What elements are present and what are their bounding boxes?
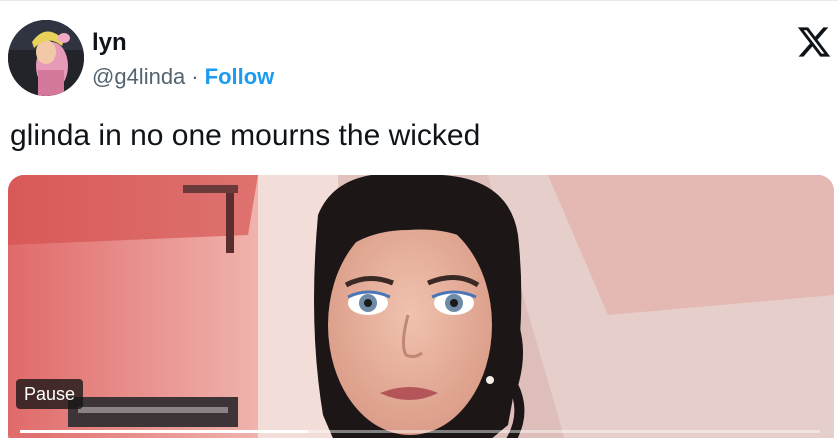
- author-handle[interactable]: @g4linda: [92, 64, 185, 89]
- pause-button[interactable]: Pause: [16, 379, 84, 409]
- author-display-name[interactable]: lyn: [92, 28, 127, 58]
- author-handle-row: @g4linda · Follow: [92, 63, 274, 91]
- video-frame: [8, 175, 834, 438]
- x-logo-icon[interactable]: [796, 24, 832, 60]
- separator-dot: ·: [191, 64, 199, 89]
- tweet-text: glinda in no one mourns the wicked: [10, 119, 481, 152]
- avatar[interactable]: [8, 20, 84, 96]
- video-player[interactable]: [8, 175, 834, 438]
- avatar-image: [8, 20, 84, 96]
- tweet-embed-card: lyn @g4linda · Follow glinda in no one mou…: [0, 0, 838, 438]
- video-progress-fill: [20, 430, 308, 433]
- follow-button[interactable]: Follow: [205, 64, 275, 89]
- video-progress-bar[interactable]: [20, 430, 820, 433]
- divider: [0, 0, 838, 1]
